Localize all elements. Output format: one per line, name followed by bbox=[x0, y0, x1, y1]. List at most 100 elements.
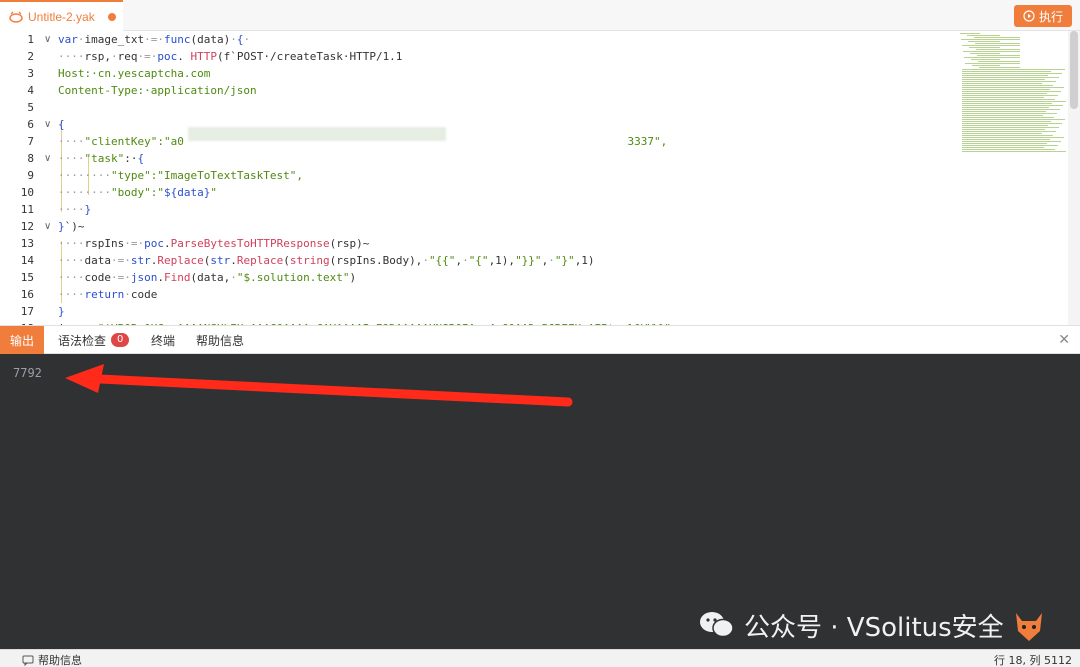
fold-chevron-icon[interactable]: ∨ bbox=[44, 150, 51, 167]
code-line: ····"clientKey":"a0 3337", bbox=[58, 133, 667, 150]
code-token: · bbox=[243, 33, 251, 46]
minimap-line bbox=[962, 131, 1056, 132]
vertical-scrollbar[interactable] bbox=[1068, 31, 1080, 325]
minimap-line bbox=[972, 65, 1000, 66]
bottom-panel-tabs: 输出 语法检查 0 终端 帮助信息 ✕ bbox=[0, 325, 1080, 354]
minimap-line bbox=[962, 139, 1050, 140]
code-token: "clientKey":"a0 bbox=[84, 135, 184, 148]
minimap-line bbox=[962, 77, 1059, 78]
code-token: ···· bbox=[58, 271, 85, 284]
minimap-line bbox=[962, 71, 1051, 72]
watermark-text: 公众号 · VSolitus安全 bbox=[744, 612, 1004, 643]
code-token: { bbox=[58, 118, 65, 131]
syntax-error-badge: 0 bbox=[111, 333, 130, 347]
fold-chevron-icon[interactable]: ∨ bbox=[44, 218, 51, 235]
output-console: 7792 公众号 · VSolitus安全 bbox=[0, 354, 1080, 649]
close-panel-icon[interactable]: ✕ bbox=[1058, 332, 1070, 348]
code-token: ) bbox=[349, 271, 357, 284]
minimap-line bbox=[965, 63, 1020, 64]
editor-tab-bar: Untitle-2.yak 执行 bbox=[0, 0, 1080, 31]
minimap-line bbox=[962, 147, 1044, 148]
code-token: Find bbox=[164, 271, 191, 284]
code-token: · bbox=[77, 33, 85, 46]
code-token: 3337", bbox=[183, 135, 668, 148]
code-line: ····rspIns·=·poc.ParseBytesToHTTPRespons… bbox=[58, 235, 369, 252]
code-token: Host:·cn.yescaptcha.com bbox=[58, 67, 211, 80]
code-token: "{" bbox=[468, 254, 489, 267]
tab-output[interactable]: 输出 bbox=[0, 326, 44, 354]
minimap-line bbox=[962, 73, 1062, 74]
code-token: } bbox=[84, 203, 92, 216]
play-circle-icon bbox=[1023, 10, 1035, 22]
code-token: "body":" bbox=[110, 186, 164, 199]
tab-output-label: 输出 bbox=[10, 333, 35, 348]
line-number: 12 bbox=[20, 220, 34, 233]
minimap-line bbox=[962, 143, 1047, 144]
code-token: json bbox=[130, 271, 158, 284]
code-line: ····data·=·str.Replace(str.Replace(strin… bbox=[58, 252, 595, 269]
code-token: ···· bbox=[58, 288, 85, 301]
line-number: 16 bbox=[20, 288, 34, 301]
tab-help-label: 帮助信息 bbox=[196, 333, 245, 348]
tab-help[interactable]: 帮助信息 bbox=[186, 326, 254, 354]
minimap-line bbox=[962, 127, 1059, 128]
minimap[interactable] bbox=[960, 31, 1068, 156]
chat-icon bbox=[22, 655, 34, 666]
code-token: "type":"ImageToTextTaskTest", bbox=[110, 169, 304, 182]
line-number: 9 bbox=[27, 169, 34, 182]
minimap-line bbox=[962, 69, 1065, 70]
fold-chevron-icon[interactable]: ∨ bbox=[44, 116, 51, 133]
cursor-position: 行 18, 列 5112 bbox=[994, 654, 1072, 667]
code-line: ····rsp,·req·=·poc. HTTP(f`POST·/createT… bbox=[58, 48, 402, 65]
code-line: var·image_txt·=·func(data)·{· bbox=[58, 31, 250, 48]
code-editor[interactable]: 1∨23456∨78∨9101112∨131415161718 var·imag… bbox=[0, 31, 1080, 325]
line-number: 3 bbox=[27, 67, 34, 80]
code-token: code bbox=[130, 288, 158, 301]
code-token: image_txt bbox=[84, 33, 145, 46]
tab-syntax-check[interactable]: 语法检查 0 bbox=[48, 326, 139, 354]
run-button[interactable]: 执行 bbox=[1014, 5, 1072, 27]
code-line: ····"task":·{ bbox=[58, 150, 144, 167]
minimap-line bbox=[962, 109, 1060, 110]
code-token: ParseBytesToHTTPResponse bbox=[170, 237, 330, 250]
line-number: 4 bbox=[27, 84, 34, 97]
code-token: ·=· bbox=[144, 33, 164, 46]
code-token: ·=· bbox=[124, 237, 145, 250]
minimap-line bbox=[967, 35, 1000, 36]
code-line: Host:·cn.yescaptcha.com bbox=[58, 65, 210, 82]
minimap-line bbox=[960, 33, 980, 34]
code-token: } bbox=[58, 220, 65, 233]
minimap-line bbox=[964, 57, 1020, 58]
code-token: " bbox=[210, 186, 217, 199]
code-token: "}}" bbox=[515, 254, 542, 267]
tab-terminal-label: 终端 bbox=[151, 333, 176, 348]
minimap-line bbox=[962, 97, 1044, 98]
code-token: (rsp)~ bbox=[329, 237, 370, 250]
code-token: poc bbox=[157, 50, 178, 63]
scrollbar-thumb[interactable] bbox=[1070, 31, 1078, 109]
minimap-line bbox=[962, 79, 1045, 80]
fold-chevron-icon[interactable]: ∨ bbox=[44, 31, 51, 48]
minimap-line bbox=[962, 133, 1042, 134]
code-token: ( bbox=[283, 254, 290, 267]
tab-untitle-2[interactable]: Untitle-2.yak bbox=[0, 0, 123, 31]
minimap-line bbox=[976, 49, 1020, 50]
code-token: HTTP bbox=[190, 50, 218, 63]
code-token: } bbox=[58, 305, 65, 318]
code-line: }`)~ bbox=[58, 218, 85, 235]
code-token: str bbox=[210, 254, 231, 267]
minimap-line bbox=[962, 107, 1049, 108]
code-token: · bbox=[230, 271, 237, 284]
code-token: "{{" bbox=[428, 254, 456, 267]
minimap-line bbox=[962, 117, 1054, 118]
red-arrow-annotation bbox=[65, 364, 573, 407]
code-token: Content-Type:·application/json bbox=[58, 84, 257, 97]
code-token: str bbox=[130, 254, 151, 267]
line-number: 13 bbox=[20, 237, 34, 250]
status-help[interactable]: 帮助信息 bbox=[22, 652, 82, 667]
minimap-line bbox=[970, 53, 1000, 54]
minimap-line bbox=[962, 105, 1063, 106]
minimap-line bbox=[962, 137, 1064, 138]
tab-terminal[interactable]: 终端 bbox=[141, 326, 185, 354]
fox-mascot-icon bbox=[1015, 613, 1042, 641]
